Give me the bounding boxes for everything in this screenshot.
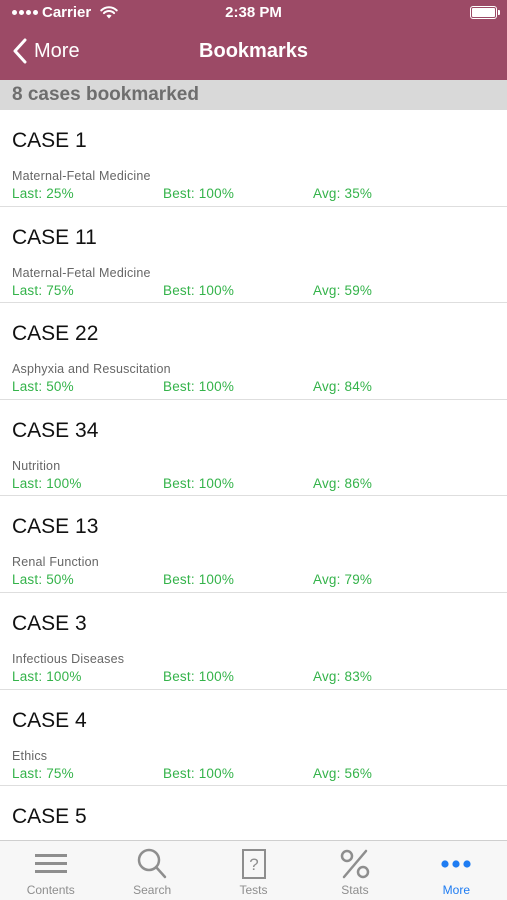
tab-more[interactable]: More <box>406 841 507 900</box>
tab-search[interactable]: Search <box>101 841 202 900</box>
tab-label: Stats <box>341 883 369 897</box>
bookmark-count-label: 8 cases bookmarked <box>12 84 199 105</box>
case-row[interactable]: CASE 11 Maternal-Fetal Medicine Last: 75… <box>0 207 507 304</box>
case-best-score: Best: 100% <box>163 282 235 298</box>
page-title: Bookmarks <box>199 40 308 62</box>
case-title: CASE 11 <box>12 225 97 249</box>
case-title: CASE 22 <box>12 322 99 346</box>
case-best-score: Best: 100% <box>163 186 235 201</box>
case-last-score: Last: 75% <box>12 765 74 781</box>
status-bar: Carrier 2:38 PM <box>0 0 507 26</box>
case-last-score: Last: 75% <box>12 282 74 298</box>
tab-tests[interactable]: ? Tests <box>203 841 304 900</box>
tab-stats[interactable]: Stats <box>304 841 405 900</box>
case-last-score: Last: 50% <box>12 379 74 395</box>
case-category: Maternal-Fetal Medicine <box>12 169 151 183</box>
case-row[interactable]: CASE 5 <box>0 786 507 840</box>
case-avg-score: Avg: 83% <box>313 668 373 684</box>
tab-label: Contents <box>26 883 75 897</box>
status-time: 2:38 PM <box>225 4 282 21</box>
case-row[interactable]: CASE 4 Ethics Last: 75% Best: 100% Avg: … <box>0 690 507 787</box>
case-avg-score: Avg: 35% <box>313 186 373 201</box>
more-dots-icon <box>441 860 471 868</box>
case-last-score: Last: 50% <box>12 572 74 588</box>
case-last-score: Last: 100% <box>12 475 82 491</box>
question-scroll-icon: ? <box>241 849 266 879</box>
case-title: CASE 4 <box>12 708 87 732</box>
case-avg-score: Avg: 86% <box>313 475 373 491</box>
case-category: Ethics <box>12 748 48 763</box>
case-title: CASE 1 <box>12 129 87 152</box>
case-title: CASE 34 <box>12 418 99 442</box>
case-avg-score: Avg: 59% <box>313 282 373 298</box>
tab-bar: Contents Search ? Tests Stats More <box>0 840 507 900</box>
case-avg-score: Avg: 84% <box>313 379 373 395</box>
case-last-score: Last: 25% <box>12 186 74 201</box>
case-best-score: Best: 100% <box>163 668 235 684</box>
case-category: Nutrition <box>12 458 61 473</box>
case-row[interactable]: CASE 13 Renal Function Last: 50% Best: 1… <box>0 496 507 593</box>
case-best-score: Best: 100% <box>163 765 235 781</box>
tab-label: Search <box>133 883 172 897</box>
tab-contents[interactable]: Contents <box>0 841 101 900</box>
svg-text:?: ? <box>249 855 258 874</box>
case-row[interactable]: CASE 1 Maternal-Fetal Medicine Last: 25%… <box>0 110 507 207</box>
case-title: CASE 13 <box>12 515 99 539</box>
percent-icon <box>340 849 370 879</box>
case-row[interactable]: CASE 3 Infectious Diseases Last: 100% Be… <box>0 593 507 690</box>
case-row[interactable]: CASE 34 Nutrition Last: 100% Best: 100% … <box>0 400 507 497</box>
case-category: Infectious Diseases <box>12 651 125 666</box>
case-category: Asphyxia and Resuscitation <box>12 362 171 377</box>
case-title: CASE 3 <box>12 611 87 635</box>
battery-icon <box>470 6 500 19</box>
case-category: Renal Function <box>12 555 99 570</box>
case-category: Maternal-Fetal Medicine <box>12 265 151 280</box>
case-best-score: Best: 100% <box>163 379 235 395</box>
case-avg-score: Avg: 56% <box>313 765 373 781</box>
tab-label: Tests <box>239 883 268 897</box>
magnifier-icon <box>137 848 167 879</box>
case-title: CASE 5 <box>12 805 87 829</box>
navigation-bar: More Bookmarks <box>0 26 507 80</box>
case-row[interactable]: CASE 22 Asphyxia and Resuscitation Last:… <box>0 303 507 400</box>
case-best-score: Best: 100% <box>163 572 235 588</box>
tab-label: More <box>442 883 470 897</box>
case-best-score: Best: 100% <box>163 475 235 491</box>
bookmark-count-bar: 8 cases bookmarked <box>0 80 507 110</box>
header: Carrier 2:38 PM More Bookmarks <box>0 0 507 80</box>
bookmark-list[interactable]: CASE 1 Maternal-Fetal Medicine Last: 25%… <box>0 110 507 840</box>
case-avg-score: Avg: 79% <box>313 572 373 588</box>
case-last-score: Last: 100% <box>12 668 82 684</box>
menu-lines-icon <box>34 854 67 873</box>
